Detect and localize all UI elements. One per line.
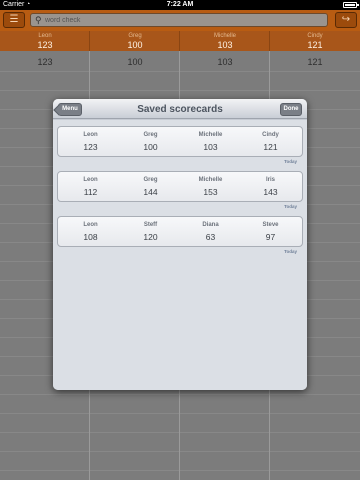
- total-score: 100: [127, 57, 143, 67]
- player-total: 100: [127, 40, 143, 50]
- share-button[interactable]: ↪: [335, 12, 357, 28]
- totals-row: 123 100 103 121: [0, 51, 360, 71]
- row-divider: [0, 413, 360, 414]
- column-divider: [269, 31, 270, 51]
- battery-icon: [343, 2, 359, 8]
- player-header-row: Leon 123 Greg 100 Michelle 103 Cindy 121: [0, 31, 360, 51]
- saved-scorecards-dialog: Menu Saved scorecards Done Leon 123 Greg…: [53, 99, 307, 390]
- scorecard-item[interactable]: Leon 123 Greg 100 Michelle 103 Cindy 121: [57, 126, 303, 157]
- player-total: 123: [37, 40, 53, 50]
- total-score: 121: [307, 57, 323, 67]
- row-divider: [0, 90, 360, 91]
- player-score: 144: [143, 187, 158, 197]
- row-divider: [0, 451, 360, 452]
- player-total: 103: [217, 40, 233, 50]
- player-score: 143: [263, 187, 278, 197]
- scorecard-date: Today: [284, 204, 297, 209]
- column-divider: [179, 31, 180, 51]
- total-score: 103: [217, 57, 233, 67]
- search-icon: ⚲: [35, 15, 42, 25]
- search-input[interactable]: [45, 15, 315, 25]
- player-score: 121: [263, 142, 278, 152]
- player-score: 63: [205, 232, 216, 242]
- row-divider: [0, 470, 360, 471]
- player-name: Cindy: [262, 132, 279, 138]
- player-score: 153: [203, 187, 218, 197]
- row-divider: [0, 71, 360, 72]
- player-name: Cindy: [307, 33, 323, 39]
- scorecard-item[interactable]: Leon 112 Greg 144 Michelle 153 Iris 143: [57, 171, 303, 202]
- scorecard-date: Today: [284, 249, 297, 254]
- dialog-title: Saved scorecards: [137, 104, 223, 115]
- status-bar: Carrier ◔ 7:22 AM: [0, 0, 360, 10]
- player-name: Greg: [143, 132, 158, 138]
- player-score: 112: [83, 187, 98, 197]
- share-icon: ↪: [341, 14, 351, 25]
- player-score: 120: [143, 232, 158, 242]
- clock: 7:22 AM: [166, 1, 194, 8]
- player-header-cell[interactable]: Cindy 121: [270, 31, 360, 51]
- scorecard-date: Today: [284, 159, 297, 164]
- player-name: Leon: [83, 222, 98, 228]
- player-score: 103: [203, 142, 218, 152]
- player-score: 108: [83, 232, 98, 242]
- player-name: Greg: [143, 177, 158, 183]
- player-name: Leon: [38, 33, 52, 39]
- player-name: Steff: [143, 222, 158, 228]
- player-total: 121: [307, 40, 323, 50]
- player-name: Michelle: [198, 177, 223, 183]
- menu-button[interactable]: ☰: [3, 12, 25, 28]
- dialog-header: Menu Saved scorecards Done: [53, 99, 307, 119]
- player-score: 123: [83, 142, 98, 152]
- player-score: 100: [143, 142, 158, 152]
- player-name: Steve: [262, 222, 279, 228]
- player-name: Greg: [128, 33, 142, 39]
- player-name: Leon: [83, 177, 98, 183]
- player-name: Diana: [202, 222, 219, 228]
- search-bar[interactable]: ⚲: [30, 13, 328, 27]
- column-divider: [89, 31, 90, 51]
- toolbar: ☰ ⚲ ↪: [0, 10, 360, 31]
- player-name: Iris: [265, 177, 275, 183]
- row-divider: [0, 394, 360, 395]
- done-button[interactable]: Done: [280, 103, 302, 116]
- scorecard-list: Leon 123 Greg 100 Michelle 103 Cindy 121…: [53, 120, 307, 390]
- player-header-cell[interactable]: Michelle 103: [180, 31, 270, 51]
- player-score: 97: [265, 232, 276, 242]
- scorecard-item[interactable]: Leon 108 Steff 120 Diana 63 Steve 97: [57, 216, 303, 247]
- total-score: 123: [37, 57, 53, 67]
- row-divider: [0, 432, 360, 433]
- player-name: Michelle: [213, 33, 236, 39]
- player-name: Michelle: [198, 132, 223, 138]
- player-name: Leon: [83, 132, 98, 138]
- hamburger-icon: ☰: [9, 14, 19, 25]
- player-header-cell[interactable]: Greg 100: [90, 31, 180, 51]
- player-header-cell[interactable]: Leon 123: [0, 31, 90, 51]
